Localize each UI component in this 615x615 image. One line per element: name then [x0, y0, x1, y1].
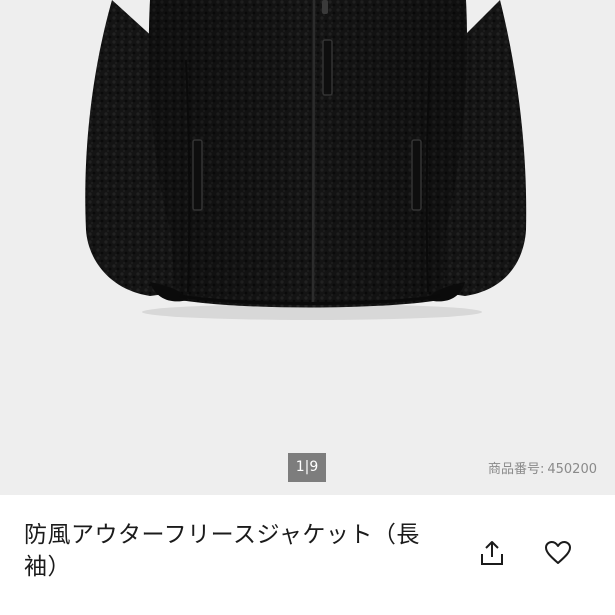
share-icon: [481, 541, 503, 565]
product-image[interactable]: [0, 0, 615, 495]
product-info-panel: 防風アウターフリースジャケット（長袖）: [0, 495, 615, 615]
share-button[interactable]: [474, 535, 510, 571]
product-code: 商品番号: 450200: [488, 458, 597, 477]
heart-icon: [545, 541, 571, 564]
favorite-button[interactable]: [540, 535, 576, 571]
image-page-indicator: 1|9: [288, 453, 326, 482]
product-code-label: 商品番号:: [487, 462, 545, 477]
product-code-value: 450200: [547, 462, 597, 477]
product-image-gallery[interactable]: 1|9 商品番号: 450200: [0, 0, 615, 495]
product-detail-screen: 1|9 商品番号: 450200 防風アウターフリースジャケット（長袖）: [0, 0, 615, 615]
product-name: 防風アウターフリースジャケット（長袖）: [24, 522, 420, 580]
